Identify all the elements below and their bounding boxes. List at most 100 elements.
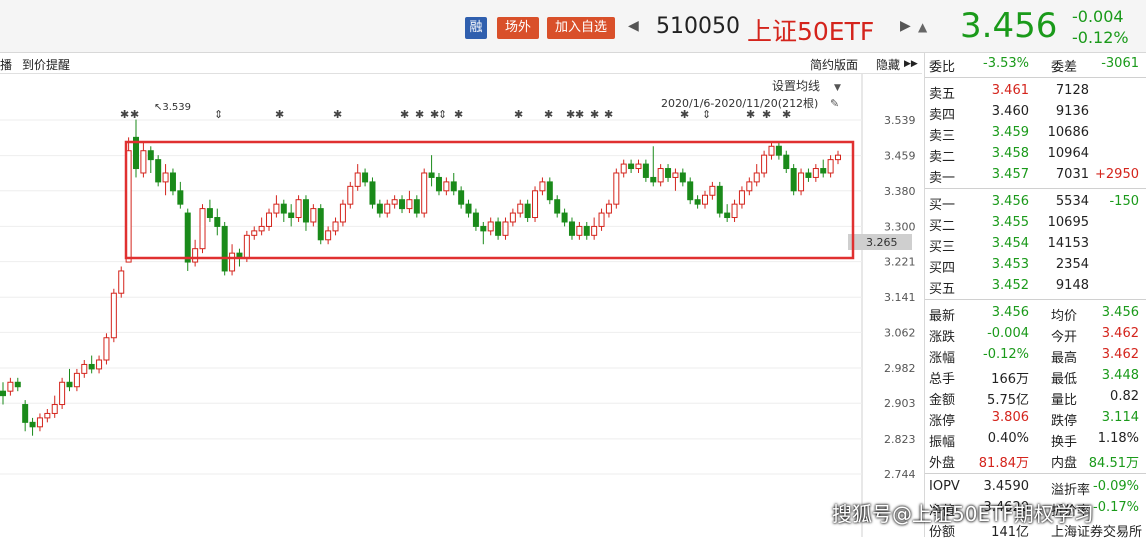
- fund-stat-label: IOPV: [929, 479, 960, 494]
- y-tick-label: 3.300: [884, 220, 916, 233]
- candle-body: [221, 225, 228, 272]
- candle-body: [413, 199, 420, 214]
- fund-stat-row: IOPV 3.4590 溢折率 -0.09%: [925, 477, 1146, 498]
- stat-value: 3.456: [1101, 305, 1139, 320]
- candle-body: [576, 225, 583, 236]
- candle-body: [199, 208, 206, 250]
- alert-bell-icon[interactable]: ▲: [918, 20, 927, 34]
- candle-body: [546, 181, 553, 201]
- price-alert-link[interactable]: 到价提醒: [22, 56, 70, 73]
- candle-body: [7, 381, 14, 392]
- candle-body: [502, 221, 509, 236]
- stat-value: 81.84万: [978, 456, 1029, 471]
- dropdown-icon[interactable]: ▼: [834, 83, 841, 93]
- margin-tag[interactable]: 融: [465, 17, 487, 39]
- stat-label: 涨跌: [929, 330, 956, 345]
- candle-body: [798, 172, 805, 192]
- candle-body: [317, 208, 324, 241]
- candle-body: [465, 203, 472, 214]
- last-price: 3.456: [960, 6, 1058, 46]
- candle-body: [583, 225, 590, 236]
- stat-label: 最高: [1051, 351, 1078, 366]
- stat-label: 内盘: [1051, 456, 1078, 471]
- candle-body: [657, 168, 664, 183]
- candle-body: [184, 212, 191, 263]
- bid-label: 买一: [929, 198, 956, 213]
- simple-layout-link[interactable]: 简约版面: [810, 56, 858, 73]
- ask-volume: 10964: [1047, 146, 1089, 161]
- stat-value: 3.114: [1101, 410, 1139, 425]
- candle-body: [642, 163, 649, 178]
- candle-body: [147, 150, 154, 161]
- event-marker: ✱: [604, 108, 613, 121]
- ask-level: 卖三 3.459 10686: [925, 123, 1146, 144]
- y-tick-label: 2.744: [884, 468, 916, 481]
- candle-body: [354, 172, 361, 187]
- candle-body: [88, 363, 95, 370]
- stock-name: 上证50ETF: [747, 17, 875, 46]
- candle-body: [140, 150, 147, 174]
- order-ratio-row: 委比 -3.53% 委差 -3061: [925, 54, 1146, 75]
- candle-body: [820, 168, 827, 174]
- set-ma-link[interactable]: 设置均线: [772, 79, 820, 93]
- bid-price: 3.454: [991, 236, 1029, 251]
- candle-body: [29, 421, 36, 428]
- candle-body: [332, 221, 339, 232]
- watermark: 搜狐号@上证50ETF期权学习: [832, 502, 1094, 526]
- stat-row: 振幅 0.40% 换手 1.18%: [925, 429, 1146, 450]
- candle-body: [177, 190, 184, 205]
- candle-body: [613, 172, 620, 205]
- candle-body: [428, 172, 435, 178]
- candle-body: [266, 212, 273, 227]
- event-marker: ✱: [333, 108, 342, 121]
- candle-body: [790, 168, 797, 192]
- order-ratio-label: 委差: [1051, 60, 1078, 75]
- quote-header: 融 场外 加入自选 ◀ 510050 上证50ETF ▶ ▲ 3.456 -0.…: [0, 0, 1146, 53]
- stat-value: 3.462: [1101, 347, 1139, 362]
- event-marker: ✱: [400, 108, 409, 121]
- candle-body: [487, 221, 494, 232]
- candle-body: [679, 172, 686, 183]
- hide-link[interactable]: 隐藏: [876, 56, 900, 73]
- candle-body: [554, 199, 561, 214]
- double-chevron-right-icon[interactable]: ▶▶: [904, 59, 918, 69]
- ask-label: 卖五: [929, 87, 956, 102]
- candle-body: [214, 217, 221, 227]
- event-marker: ✱: [120, 108, 129, 121]
- candle-body: [339, 203, 346, 223]
- stat-label: 换手: [1051, 435, 1078, 450]
- quote-panel: 委比 -3.53% 委差 -3061 卖五 3.461 7128 卖四 3.460 9136 卖三 3…: [924, 53, 1146, 540]
- divider: [925, 188, 1146, 189]
- kline-chart[interactable]: 3.539 3.459 3.380 3.300 3.221 3.141 3.062 2.982…: [0, 74, 922, 537]
- event-marker: ✱: [590, 108, 599, 121]
- candle-body: [96, 359, 103, 370]
- add-watchlist-button[interactable]: 加入自选: [547, 17, 615, 39]
- bid-level: 买一 3.456 5534 -150: [925, 192, 1146, 213]
- candle-body: [628, 163, 635, 170]
- next-stock-arrow-icon[interactable]: ▶: [900, 18, 911, 34]
- candle-body: [325, 230, 332, 241]
- ask-price: 3.459: [991, 125, 1029, 140]
- stat-row: 涨停 3.806 跌停 3.114: [925, 408, 1146, 429]
- event-marker: ✱: [544, 108, 553, 121]
- y-tick-label: 3.221: [884, 256, 916, 269]
- divider: [925, 77, 1146, 78]
- stat-value: 3.806: [991, 410, 1029, 425]
- toolbar-clipped-item[interactable]: 播: [0, 56, 12, 73]
- candle-body: [251, 230, 258, 236]
- candle-body: [435, 176, 442, 192]
- stat-label: 均价: [1051, 309, 1078, 324]
- candle-body: [443, 181, 450, 192]
- stat-value: 3.462: [1101, 326, 1139, 341]
- candle-body: [66, 381, 73, 388]
- candle-body: [709, 185, 716, 196]
- candle-body: [280, 203, 287, 214]
- offexchange-button[interactable]: 场外: [497, 17, 539, 39]
- bid-level: 买四 3.453 2354: [925, 255, 1146, 276]
- prev-stock-arrow-icon[interactable]: ◀: [628, 18, 639, 34]
- candle-body: [362, 172, 369, 183]
- candle-body: [605, 203, 612, 214]
- ask-label: 卖一: [929, 171, 956, 186]
- pin-icon[interactable]: ✎: [830, 97, 839, 110]
- stat-value: -0.004: [987, 326, 1029, 341]
